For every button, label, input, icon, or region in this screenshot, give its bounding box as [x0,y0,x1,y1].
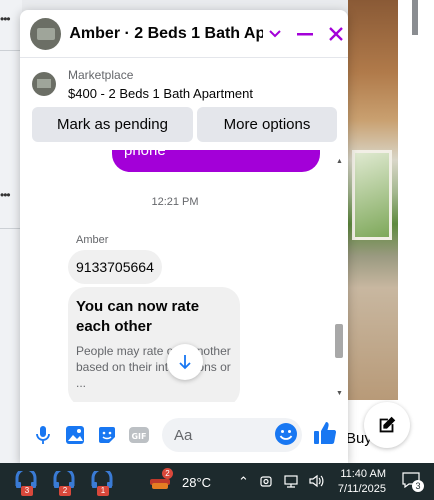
gif-icon[interactable]: GIF [124,420,154,450]
volume-icon[interactable] [308,474,324,491]
scrollbar-thumb[interactable] [335,324,343,358]
listing-summary[interactable]: Marketplace $400 - 2 Beds 1 Bath Apartme… [20,58,348,110]
weather-badge: 2 [162,468,173,479]
new-message-button[interactable] [364,402,410,448]
chat-header: Amber · 2 Beds 1 Bath Apa... [20,10,348,58]
photo-window-detail [352,150,392,240]
background-page-left: ••• ••• [0,0,22,463]
clock-time: 11:40 AM [340,468,386,480]
message-timestamp: 12:21 PM [151,196,199,208]
thread-scrollbar[interactable]: ▲ ▼ [333,150,345,402]
close-icon[interactable] [324,22,348,46]
minimize-icon[interactable] [293,22,317,46]
svg-text:GIF: GIF [131,432,146,441]
own-message-bubble: phone [112,150,320,172]
more-icon[interactable]: ••• [0,12,11,26]
received-message-bubble[interactable]: 9133705664 [68,250,162,284]
divider [0,228,22,229]
microphone-icon[interactable] [28,420,58,450]
divider [0,50,22,51]
scroll-to-bottom-button[interactable] [167,344,203,380]
scroll-down-arrow-icon[interactable]: ▼ [336,390,343,397]
taskbar-app-button[interactable]: 3 [14,467,40,496]
arrow-down-icon [179,355,191,370]
taskbar: 3 2 1 2 28°C ⌃ 11:40 AM 7/11/2025 3 [0,463,434,500]
listing-actions: Mark as pending More options [32,107,337,142]
emoji-icon[interactable] [274,422,298,446]
notification-count: 3 [412,480,424,492]
listing-photo[interactable] [348,0,398,400]
sender-name: Amber [76,234,109,246]
weather-icon[interactable]: 2 [148,468,174,493]
mark-as-pending-button[interactable]: Mark as pending [32,107,193,142]
thumbs-up-icon[interactable] [312,420,340,448]
taskbar-badge: 2 [59,486,71,496]
compose-icon [379,416,396,433]
taskbar-app-button[interactable]: 1 [90,467,116,496]
chevron-up-icon[interactable]: ⌃ [238,474,249,490]
photo-icon[interactable] [60,420,90,450]
avatar[interactable] [30,17,62,50]
network-icon[interactable] [283,474,299,491]
temperature[interactable]: 28°C [182,475,211,490]
notification-center-icon[interactable]: 3 [402,472,424,492]
camera-icon[interactable] [260,474,272,491]
sticker-icon[interactable] [92,420,122,450]
message-thread[interactable]: phone 12:21 PM Amber 9133705664 You can … [20,150,348,402]
composer-bar: GIF [20,410,348,460]
rating-card[interactable]: You can now rate each other People may r… [68,287,240,402]
more-options-button[interactable]: More options [197,107,337,142]
taskbar-app-button[interactable]: 2 [52,467,78,496]
scroll-up-arrow-icon[interactable]: ▲ [336,158,343,165]
clock-date: 7/11/2025 [337,483,386,495]
chat-window: Amber · 2 Beds 1 Bath Apa... Marketplace… [20,10,348,463]
page-scrollbar[interactable] [412,0,418,35]
listing-source: Marketplace [68,67,134,82]
listing-title: $400 - 2 Beds 1 Bath Apartment [68,85,254,101]
rating-card-heading: You can now rate each other [76,298,200,335]
chat-title[interactable]: Amber · 2 Beds 1 Bath Apa... [69,25,263,43]
taskbar-badge: 3 [21,486,33,496]
rating-card-subtext: People may rate one another based on the… [76,344,231,390]
more-icon[interactable]: ••• [0,188,11,202]
listing-thumbnail [32,72,56,96]
chevron-down-icon[interactable] [263,22,287,46]
clock[interactable]: 11:40 AM 7/11/2025 [334,467,386,497]
taskbar-badge: 1 [97,486,109,496]
